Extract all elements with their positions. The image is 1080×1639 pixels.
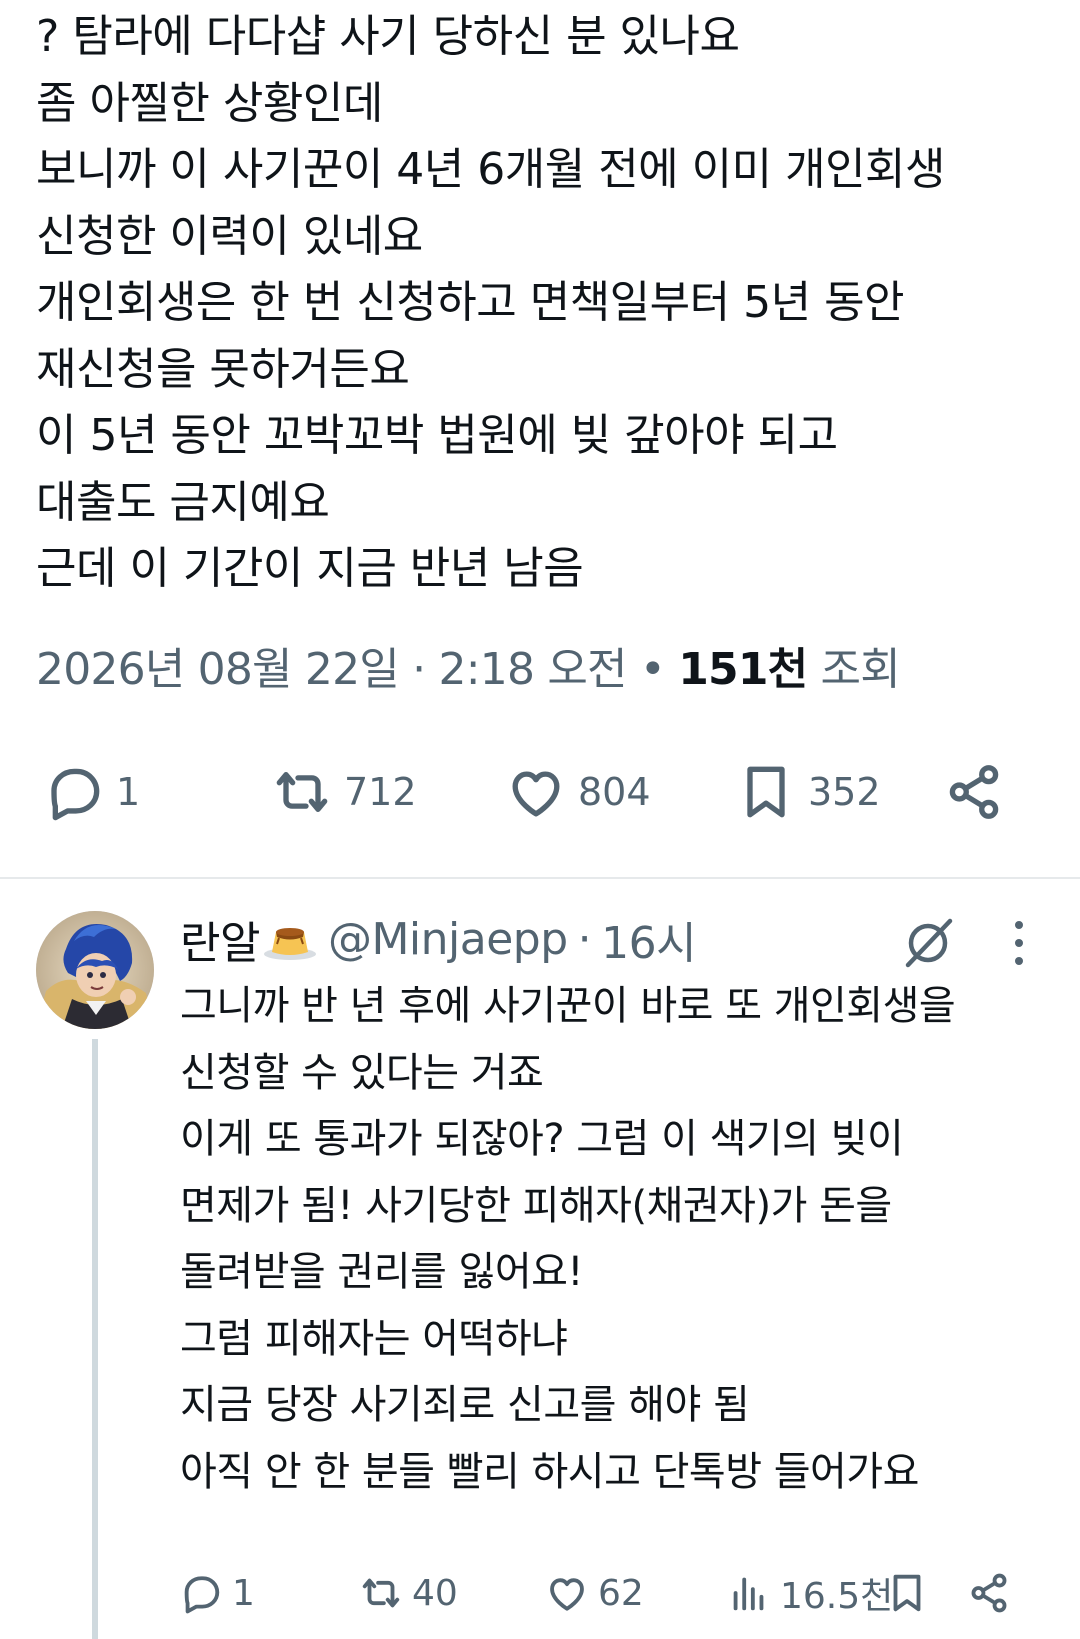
bookmark-icon	[747, 766, 785, 818]
reply-reply-button[interactable]: 1	[178, 1567, 255, 1619]
tweet-text-line: ? 탐라에 다다샵 사기 당하신 분 있나요	[36, 11, 740, 62]
tweet-date[interactable]: 2026년 08월 22일	[36, 644, 400, 695]
tweet-text: ? 탐라에 다다샵 사기 당하신 분 있나요 좀 아찔한 상황인데 보니까 이 …	[36, 4, 1056, 603]
like-button[interactable]: 804	[504, 752, 651, 832]
pudding-emoji-icon	[263, 928, 316, 960]
tweet-text-line: 재신청을 못하거든요	[36, 343, 410, 395]
avatar-image	[36, 911, 154, 1029]
reply-button[interactable]: 1	[42, 752, 140, 832]
reply-text-line: 이게 또 통과가 되잖아? 그럼 이 색기의 빚이	[180, 1116, 904, 1162]
like-count: 804	[578, 770, 651, 814]
heart-icon	[512, 771, 560, 817]
retweet-count: 712	[344, 770, 417, 814]
meta-separator: ·	[412, 644, 426, 695]
comment-bubble-icon	[51, 768, 100, 821]
reply-reply-count: 1	[232, 1572, 255, 1614]
thread-line	[92, 1039, 98, 1639]
tweet-action-bar: 1 712 804 352	[0, 752, 1080, 832]
reply-text-line: 그니까 반 년 후에 사기꾼이 바로 또 개인회생을	[180, 983, 956, 1029]
bar-chart-icon	[733, 1577, 764, 1611]
share-button[interactable]	[942, 752, 1006, 832]
reply-count: 1	[116, 770, 141, 814]
user-handle[interactable]: @Minjaepp	[328, 914, 568, 965]
retweet-icon	[276, 772, 328, 812]
retweet-button[interactable]: 712	[270, 752, 417, 832]
bookmark-button[interactable]: 352	[734, 752, 881, 832]
tweet-text-line: 보니까 이 사기꾼이 4년 6개월 전에 이미 개인회생	[36, 144, 946, 195]
tweet-time[interactable]: 2:18 오전	[439, 644, 628, 695]
reply-action-bar: 1 40 62 16.5천	[0, 1567, 1080, 1619]
header-separator: ·	[577, 913, 592, 965]
reply-retweet-count: 40	[412, 1572, 458, 1614]
tweet-text-line: 좀 아찔한 상황인데	[36, 77, 383, 129]
reply-text-line: 그럼 피해자는 어떡하냐	[180, 1315, 568, 1362]
reply-views-count: 16.5천	[780, 1576, 894, 1617]
reply-text: 그니까 반 년 후에 사기꾼이 바로 또 개인회생을 신청할 수 있다는 거죠 …	[180, 973, 1060, 1505]
heart-icon	[550, 1578, 584, 1611]
reply-header: 란알 @Minjaepp · 16시	[180, 907, 697, 971]
reply-like-button[interactable]: 62	[544, 1567, 644, 1619]
reply-text-line: 돌려받을 권리를 잃어요!	[180, 1249, 583, 1295]
tweet-text-line: 개인회생은 한 번 신청하고 면책일부터 5년 동안	[36, 277, 905, 328]
reply-tweet[interactable]: 란알 @Minjaepp · 16시 그니까 반 년 후에 사기꾼이 바로 또 …	[0, 879, 1080, 1639]
tweet-text-line: 대출도 금지예요	[36, 476, 330, 528]
more-vertical-icon[interactable]	[1004, 915, 1034, 971]
reply-text-line: 아직 안 한 분들 빨리 하시고 단톡방 들어가요	[180, 1448, 919, 1495]
reply-retweet-button[interactable]: 40	[358, 1567, 458, 1619]
main-tweet: ? 탐라에 다다샵 사기 당하신 분 있나요 좀 아찔한 상황인데 보니까 이 …	[0, 0, 1080, 878]
grok-icon[interactable]	[900, 915, 956, 971]
share-icon	[971, 1573, 1007, 1613]
avatar[interactable]	[36, 911, 154, 1029]
tweet-meta: 2026년 08월 22일 · 2:18 오전 • 151천 조회	[36, 640, 901, 700]
bookmark-icon	[893, 1574, 921, 1612]
retweet-icon	[362, 1578, 400, 1608]
meta-bullet: •	[639, 644, 666, 695]
share-icon	[949, 765, 999, 819]
views-count: 151천	[678, 644, 808, 695]
reply-like-count: 62	[598, 1572, 644, 1614]
comment-bubble-icon	[184, 1576, 220, 1614]
tweet-text-line: 신청한 이력이 있네요	[36, 210, 423, 262]
reply-text-line: 지금 당장 사기죄로 신고를 해야 됨	[180, 1382, 750, 1428]
bookmark-count: 352	[808, 770, 881, 814]
views-label: 조회	[820, 644, 901, 695]
display-name[interactable]: 란알	[180, 907, 260, 971]
reply-share-button[interactable]	[966, 1567, 1012, 1619]
tweet-text-line: 이 5년 동안 꼬박꼬박 법원에 빚 갚아야 되고	[36, 410, 838, 461]
reply-text-line: 면제가 됨! 사기당한 피해자(채권자)가 돈을	[180, 1182, 892, 1229]
tweet-text-line: 근데 이 기간이 지금 반년 남음	[36, 543, 584, 594]
reply-views-button[interactable]: 16.5천	[726, 1567, 893, 1619]
reply-text-line: 신청할 수 있다는 거죠	[180, 1049, 544, 1096]
reply-time[interactable]: 16시	[601, 907, 696, 971]
reply-bookmark-button[interactable]	[884, 1567, 930, 1619]
